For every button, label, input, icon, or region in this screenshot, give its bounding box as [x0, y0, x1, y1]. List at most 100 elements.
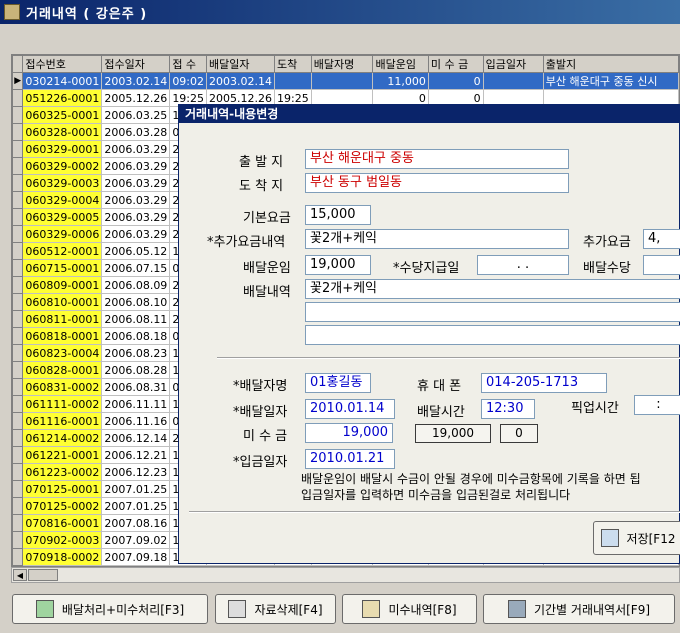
table-cell[interactable]: 060329-0002	[22, 157, 103, 175]
table-cell[interactable]: 2003.02.14	[101, 72, 171, 90]
table-cell[interactable]: 2006.12.23	[101, 463, 171, 481]
table-cell[interactable]: 2006.03.29	[101, 174, 171, 192]
table-cell[interactable]: 070125-0001	[22, 480, 103, 498]
delete-record-button[interactable]: 자료삭제[F4]	[215, 594, 336, 624]
table-cell[interactable]: 2007.09.02	[101, 531, 171, 549]
table-cell[interactable]: 2006.03.28	[101, 123, 171, 141]
row-indicator[interactable]	[12, 463, 24, 481]
delivery-detail-field-3[interactable]	[305, 325, 680, 345]
table-cell[interactable]: 2007.08.16	[101, 514, 171, 532]
table-cell[interactable]: 2006.11.16	[101, 412, 171, 430]
table-cell[interactable]: 070816-0001	[22, 514, 103, 532]
delivery-date-field[interactable]: 2010.01.14	[305, 399, 395, 419]
table-cell[interactable]: 061116-0001	[22, 412, 103, 430]
table-cell[interactable]: 2006.03.29	[101, 225, 171, 243]
table-cell[interactable]: 060325-0001	[22, 106, 103, 124]
row-indicator[interactable]	[12, 412, 24, 430]
table-cell[interactable]: 051226-0001	[22, 89, 103, 107]
table-cell[interactable]: 2006.03.29	[101, 140, 171, 158]
table-cell[interactable]: 2006.08.10	[101, 293, 171, 311]
col-header-receipt-date[interactable]: 접수일자	[101, 55, 171, 73]
table-cell[interactable]: 2006.08.18	[101, 327, 171, 345]
table-cell[interactable]: 060823-0004	[22, 344, 103, 362]
table-cell[interactable]: 070125-0002	[22, 497, 103, 515]
table-cell[interactable]	[274, 72, 312, 90]
table-cell[interactable]: 060831-0002	[22, 378, 103, 396]
row-indicator[interactable]	[12, 293, 24, 311]
table-cell[interactable]: 070918-0002	[22, 548, 103, 566]
table-cell[interactable]: 2006.08.23	[101, 344, 171, 362]
row-indicator[interactable]	[12, 106, 24, 124]
table-cell[interactable]: 2006.12.21	[101, 446, 171, 464]
table-cell[interactable]: 061223-0002	[22, 463, 103, 481]
unpaid-list-button[interactable]: 미수내역[F8]	[342, 594, 477, 624]
unpaid-field[interactable]: 19,000	[305, 423, 393, 443]
table-cell[interactable]: 060329-0005	[22, 208, 103, 226]
row-indicator[interactable]	[12, 361, 24, 379]
deposit-date-field[interactable]: 2010.01.21	[305, 449, 395, 469]
table-cell[interactable]: 070902-0003	[22, 531, 103, 549]
horizontal-scrollbar[interactable]: ◀	[11, 567, 680, 583]
row-indicator[interactable]	[12, 344, 24, 362]
table-cell[interactable]: 2006.07.15	[101, 259, 171, 277]
delivery-allowance-field[interactable]	[643, 255, 680, 275]
col-header-receipt-time[interactable]: 접 수	[169, 55, 208, 73]
table-cell[interactable]: 2006.11.11	[101, 395, 171, 413]
base-fee-field[interactable]: 15,000	[305, 205, 371, 225]
save-button[interactable]: 저장[F12	[593, 521, 680, 555]
mobile-field[interactable]: 014-205-1713	[481, 373, 607, 393]
table-cell[interactable]: 2006.05.12	[101, 242, 171, 260]
table-cell[interactable]: 061214-0002	[22, 429, 103, 447]
table-cell[interactable]: 060329-0004	[22, 191, 103, 209]
row-indicator[interactable]	[12, 191, 24, 209]
col-header-courier[interactable]: 배달자명	[310, 55, 374, 73]
col-header-arrival[interactable]: 도착	[274, 55, 312, 73]
row-indicator[interactable]	[12, 429, 24, 447]
table-cell[interactable]	[310, 72, 374, 90]
row-indicator[interactable]	[12, 497, 24, 515]
col-header-departure[interactable]: 출발지	[542, 55, 679, 73]
row-indicator[interactable]	[12, 225, 24, 243]
table-row[interactable]: ▶ 030214-0001 2003.02.14 09:02 2003.02.14 11,…	[12, 72, 679, 90]
set-unpaid-zero-button[interactable]: 0	[500, 424, 538, 443]
allowance-date-field[interactable]: . .	[477, 255, 569, 275]
table-cell[interactable]: 부산 해운대구 중동 신시	[542, 72, 679, 90]
row-indicator[interactable]	[12, 276, 24, 294]
table-cell[interactable]: 2006.08.28	[101, 361, 171, 379]
row-indicator[interactable]	[12, 378, 24, 396]
row-indicator[interactable]	[12, 242, 24, 260]
table-cell[interactable]: 2006.08.31	[101, 378, 171, 396]
table-cell[interactable]: 2007.01.25	[101, 480, 171, 498]
row-indicator[interactable]	[12, 327, 24, 345]
col-header-receipt-no[interactable]: 접수번호	[22, 55, 103, 73]
delivery-time-field[interactable]: 12:30	[481, 399, 535, 419]
table-cell[interactable]: 060810-0001	[22, 293, 103, 311]
delivery-detail-field-1[interactable]: 꽃2개+케익	[305, 279, 680, 299]
table-cell[interactable]: 2006.03.29	[101, 208, 171, 226]
table-cell[interactable]: 0	[427, 72, 484, 90]
scroll-left-icon[interactable]: ◀	[13, 569, 27, 581]
col-header-deposit-date[interactable]: 입금일자	[482, 55, 544, 73]
table-cell[interactable]: 2003.02.14	[206, 72, 275, 90]
row-indicator[interactable]	[12, 310, 24, 328]
arrival-field[interactable]: 부산 동구 범일동	[305, 173, 569, 193]
table-cell[interactable]: 2007.09.18	[101, 548, 171, 566]
set-unpaid-amount-button[interactable]: 19,000	[415, 424, 491, 443]
table-cell[interactable]: 060809-0001	[22, 276, 103, 294]
table-cell[interactable]: 060512-0001	[22, 242, 103, 260]
row-indicator[interactable]	[12, 259, 24, 277]
table-cell[interactable]: 11,000	[372, 72, 429, 90]
table-cell[interactable]: 060329-0006	[22, 225, 103, 243]
col-header-fare[interactable]: 배달운임	[372, 55, 429, 73]
row-indicator[interactable]	[12, 174, 24, 192]
row-indicator[interactable]	[12, 531, 24, 549]
table-cell[interactable]: 2007.01.25	[101, 497, 171, 515]
table-cell[interactable]: 060715-0001	[22, 259, 103, 277]
table-cell[interactable]: 060329-0003	[22, 174, 103, 192]
period-statement-button[interactable]: 기간별 거래내역서[F9]	[483, 594, 675, 624]
scroll-thumb[interactable]	[28, 569, 58, 581]
table-cell[interactable]: 2006.03.29	[101, 191, 171, 209]
row-indicator[interactable]	[12, 123, 24, 141]
table-cell[interactable]: 2005.12.26	[101, 89, 171, 107]
delivery-fare-field[interactable]: 19,000	[305, 255, 371, 275]
